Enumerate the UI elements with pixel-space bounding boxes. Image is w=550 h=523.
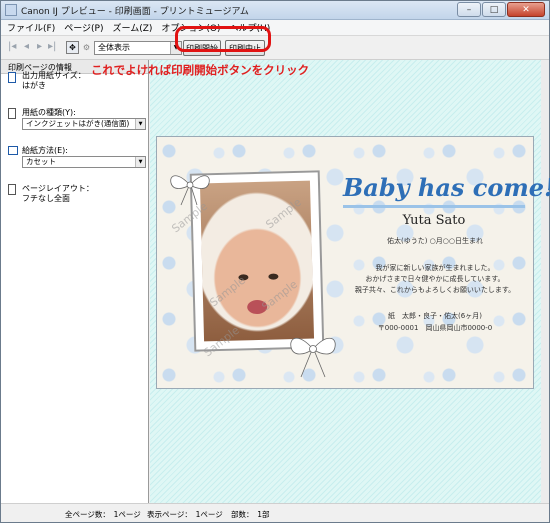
feed-select[interactable]: カセット ▼ (22, 156, 146, 168)
copies: 部数： 1部 (231, 510, 270, 519)
ribbon-bow-icon (290, 337, 336, 378)
printer-icon (8, 72, 16, 83)
paper-icon (8, 108, 16, 119)
prev-page-icon[interactable]: ◂ (24, 41, 29, 52)
chevron-down-icon: ▼ (135, 119, 145, 129)
message-line: おかげさまで日々健やかに成長しています。 (365, 275, 505, 283)
vertical-scrollbar[interactable] (541, 60, 549, 503)
menu-page[interactable]: ページ(P) (64, 21, 103, 34)
title-bar: Canon IJ プレビュー - 印刷画面 - プリントミュージアム – □ ✕ (1, 1, 549, 20)
menu-zoom[interactable]: ズーム(Z) (112, 21, 152, 34)
menu-file[interactable]: ファイル(F) (7, 21, 55, 34)
feed-label: 給紙方法(E): (22, 146, 68, 155)
birth-line: 佑太(ゆうた) ○月○○日生まれ (386, 237, 483, 245)
output-size-value: はがき (22, 81, 46, 90)
toolbar: |◂ ◂ ▸ ▸| ✥ ⚙ 全体表示 ▼ 印刷開始 印刷中止 (1, 36, 549, 60)
baby-name: Yuta Sato (402, 213, 466, 228)
first-page-icon[interactable]: |◂ (8, 41, 16, 52)
app-icon (5, 4, 17, 16)
feed-value: カセット (26, 157, 56, 166)
window-controls: – □ ✕ (457, 2, 545, 17)
shown-page: 表示ページ： 1ページ (147, 510, 223, 519)
paper-type-select[interactable]: インクジェットはがき(通信面) ▼ (22, 118, 146, 130)
zoom-value: 全体表示 (98, 43, 130, 52)
paper-type-label: 用紙の種類(Y): (22, 108, 76, 117)
ribbon-bow-icon (170, 175, 210, 206)
layout-icon (8, 184, 16, 195)
status-bar: 全ページ数： 1ページ 表示ページ： 1ページ 部数： 1部 (1, 503, 549, 522)
layout-value: フチなし全面 (22, 194, 70, 203)
maximize-button[interactable]: □ (482, 2, 506, 17)
message-line: 我が家に新しい家族が生まれました。 (375, 264, 495, 272)
zoom-tool-icon[interactable]: ✥ (66, 41, 79, 54)
family-names: 紙 太郎・良子・佑太(6ヶ月) (388, 312, 482, 320)
next-page-icon[interactable]: ▸ (37, 41, 42, 52)
preview-window: Canon IJ プレビュー - 印刷画面 - プリントミュージアム – □ ✕… (0, 0, 550, 523)
feed-icon (8, 146, 18, 155)
heading-underline (343, 205, 525, 208)
message-line: 親子共々、これからもよろしくお願いいたします。 (354, 286, 516, 294)
last-page-icon[interactable]: ▸| (48, 41, 56, 52)
instruction-annotation: これでよければ印刷開始ボタンをクリック (91, 63, 310, 77)
chevron-down-icon: ▼ (135, 157, 145, 167)
zoom-select[interactable]: 全体表示 ▼ (94, 41, 182, 55)
total-pages: 全ページ数： 1ページ (65, 510, 141, 519)
minimize-button[interactable]: – (457, 2, 481, 17)
card-heading: Baby has come! (343, 173, 550, 202)
window-title: Canon IJ プレビュー - 印刷画面 - プリントミュージアム (21, 7, 249, 17)
paper-type-value: インクジェットはがき(通信面) (26, 119, 130, 128)
address-line: 〒000-0001 岡山県岡山市0000-0 (377, 324, 493, 332)
photo-eye (268, 273, 279, 280)
highlight-circle (175, 26, 271, 52)
print-info-panel: 印刷ページの情報 出力用紙サイズ： はがき 用紙の種類(Y): インクジェットは… (1, 60, 149, 503)
close-button[interactable]: ✕ (507, 2, 545, 17)
menu-bar: ファイル(F) ページ(P) ズーム(Z) オプション(O) ヘルプ(H) (1, 20, 549, 36)
settings-icon[interactable]: ⚙ (80, 41, 93, 54)
